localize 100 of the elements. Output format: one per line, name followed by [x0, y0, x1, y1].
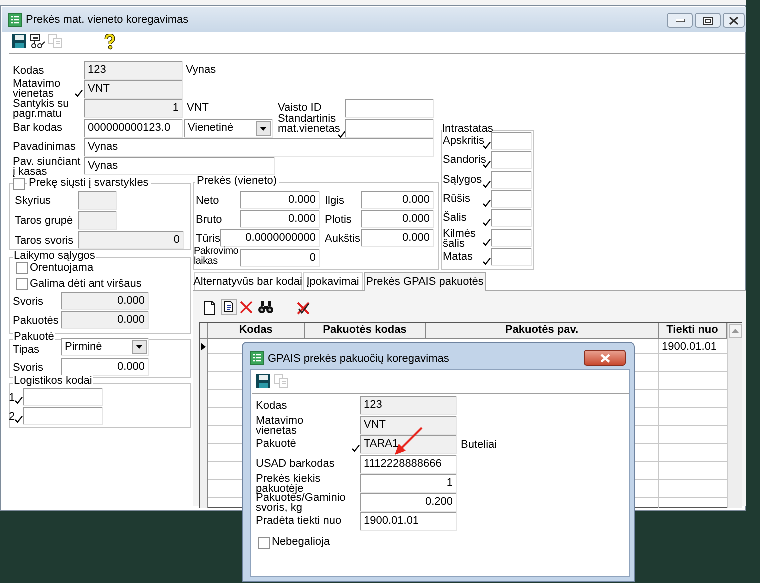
input-field[interactable] [78, 211, 117, 230]
app-icon [8, 13, 22, 27]
input-field[interactable]: 0.000 [61, 311, 149, 329]
input-field[interactable]: Vynas [84, 138, 434, 157]
input-field[interactable]: 0 [240, 249, 320, 267]
input-field[interactable] [491, 248, 532, 266]
cancel-icon[interactable] [296, 301, 311, 316]
group-title: Laikymo sąlygos [13, 250, 96, 262]
delete-icon[interactable] [240, 301, 253, 314]
input-field[interactable]: 1900.01.01 [360, 512, 457, 531]
field-label: Matavimo vienetas [13, 79, 62, 99]
input-field[interactable]: 1112228888666 [360, 455, 457, 474]
input-field[interactable] [491, 132, 532, 150]
help-icon[interactable] [104, 34, 116, 50]
minimize-button[interactable] [667, 13, 693, 28]
checkbox[interactable] [258, 537, 270, 549]
close-button[interactable] [584, 350, 626, 366]
field-label: Standartinis mat.vienetas [278, 114, 340, 134]
input-field[interactable]: 123 [360, 396, 457, 415]
tab[interactable]: Prekės GPAIS pakuotės [364, 272, 486, 291]
input-field[interactable]: 0.000 [361, 191, 434, 209]
input-field[interactable]: 0.000 [361, 229, 434, 247]
column-header[interactable]: Tiekti nuo [659, 323, 727, 339]
binoculars-icon[interactable] [258, 301, 274, 314]
field-label: Pakrovimo laikas [194, 247, 240, 267]
input-field[interactable] [491, 170, 532, 189]
input-field[interactable] [491, 228, 532, 246]
dropdown[interactable]: Pirminė [61, 338, 149, 356]
input-field[interactable]: 0.000 [240, 191, 320, 209]
field-label: Skyrius [15, 195, 52, 207]
column-header[interactable]: Kodas [208, 323, 305, 339]
input-field[interactable]: 0.000 [61, 358, 149, 376]
input-field[interactable] [78, 191, 117, 210]
document-icon[interactable] [221, 299, 237, 315]
dropdown[interactable]: Vienetinė [184, 119, 273, 138]
field-label: Tipas [13, 344, 40, 356]
table-cell: 1900.01.01 [662, 341, 718, 353]
input-field[interactable] [491, 190, 532, 208]
device-icon[interactable] [30, 34, 46, 49]
input-field[interactable]: VNT [84, 80, 183, 99]
column-header[interactable]: Pakuotės pav. [426, 323, 659, 339]
unit-text: VNT [187, 102, 209, 114]
field-label: Bar kodas [13, 122, 63, 134]
group-title: Prekės (vieneto) [195, 175, 280, 187]
checkbox-label: Nebegalioja [272, 536, 330, 548]
field-label: Apskritis [443, 135, 485, 147]
scroll-up-icon[interactable] [729, 324, 742, 338]
input-field[interactable]: VNT [360, 416, 457, 435]
input-field[interactable]: 1 [84, 99, 183, 118]
checkbox-label: Galima dėti ant viršaus [30, 278, 142, 290]
field-label: Kilmės šalis [443, 228, 478, 248]
field-label: 1 [9, 392, 16, 404]
field-label: Prekės kiekis pakuotėje [256, 474, 321, 494]
column-header[interactable]: Pakuotės kodas [305, 323, 426, 339]
field-label: Kodas [256, 400, 288, 412]
input-field[interactable]: 0 [78, 231, 184, 249]
maximize-button[interactable] [695, 13, 721, 28]
input-field[interactable] [23, 407, 103, 425]
tab[interactable]: Įpokavimai [303, 272, 363, 291]
field-label: Plotis [325, 214, 352, 226]
field-label: Pradėta tiekti nuo [256, 515, 342, 527]
field-label: Taros grupė [15, 215, 74, 227]
input-field[interactable]: 0.000 [61, 292, 149, 310]
input-field[interactable] [345, 99, 434, 118]
close-button[interactable] [723, 13, 745, 28]
field-label: Pavadinimas [13, 141, 76, 153]
input-field[interactable]: Vynas [84, 157, 275, 175]
input-field[interactable]: 0.200 [360, 493, 457, 512]
field-label: Matas [443, 250, 473, 263]
dialog-title: GPAIS prekės pakuočių koregavimas [268, 353, 450, 365]
input-field[interactable]: 0.000 [361, 210, 434, 228]
checkbox[interactable] [16, 262, 28, 274]
checkbox[interactable] [16, 278, 28, 290]
field-label: Rūšis [443, 192, 471, 205]
input-field[interactable]: 0.000 [240, 210, 320, 228]
field-label: USAD barkodas [256, 458, 335, 470]
description-text: Vynas [186, 64, 216, 76]
input-field[interactable]: 0.0000000000 [220, 229, 320, 247]
field-label: Pakuotė [256, 438, 296, 450]
field-label: Aukštis [325, 233, 360, 245]
save-icon[interactable] [256, 374, 271, 389]
field-label: Matavimo vienetas [256, 416, 305, 436]
input-field[interactable] [491, 151, 532, 170]
input-field[interactable] [345, 119, 434, 138]
field-label: Šalis [443, 212, 467, 224]
scrollbar[interactable] [727, 323, 742, 508]
group-title: Logistikos kodai [13, 375, 94, 387]
input-field[interactable]: 1 [360, 474, 457, 493]
input-field[interactable]: 123 [84, 61, 183, 80]
field-label: 2 [9, 411, 16, 423]
input-field[interactable]: TARA1 [360, 435, 457, 454]
checkbox[interactable] [13, 178, 25, 190]
input-field[interactable]: 000000000123.0 [84, 119, 183, 138]
new-document-icon[interactable] [204, 301, 216, 315]
tab[interactable]: Alternatyvūs bar kodai [194, 272, 302, 291]
input-field[interactable] [491, 209, 532, 228]
input-field[interactable] [23, 388, 103, 406]
group-title: Pakuotė [13, 331, 56, 343]
save-icon[interactable] [12, 34, 27, 49]
field-label: Kodas [13, 65, 44, 77]
